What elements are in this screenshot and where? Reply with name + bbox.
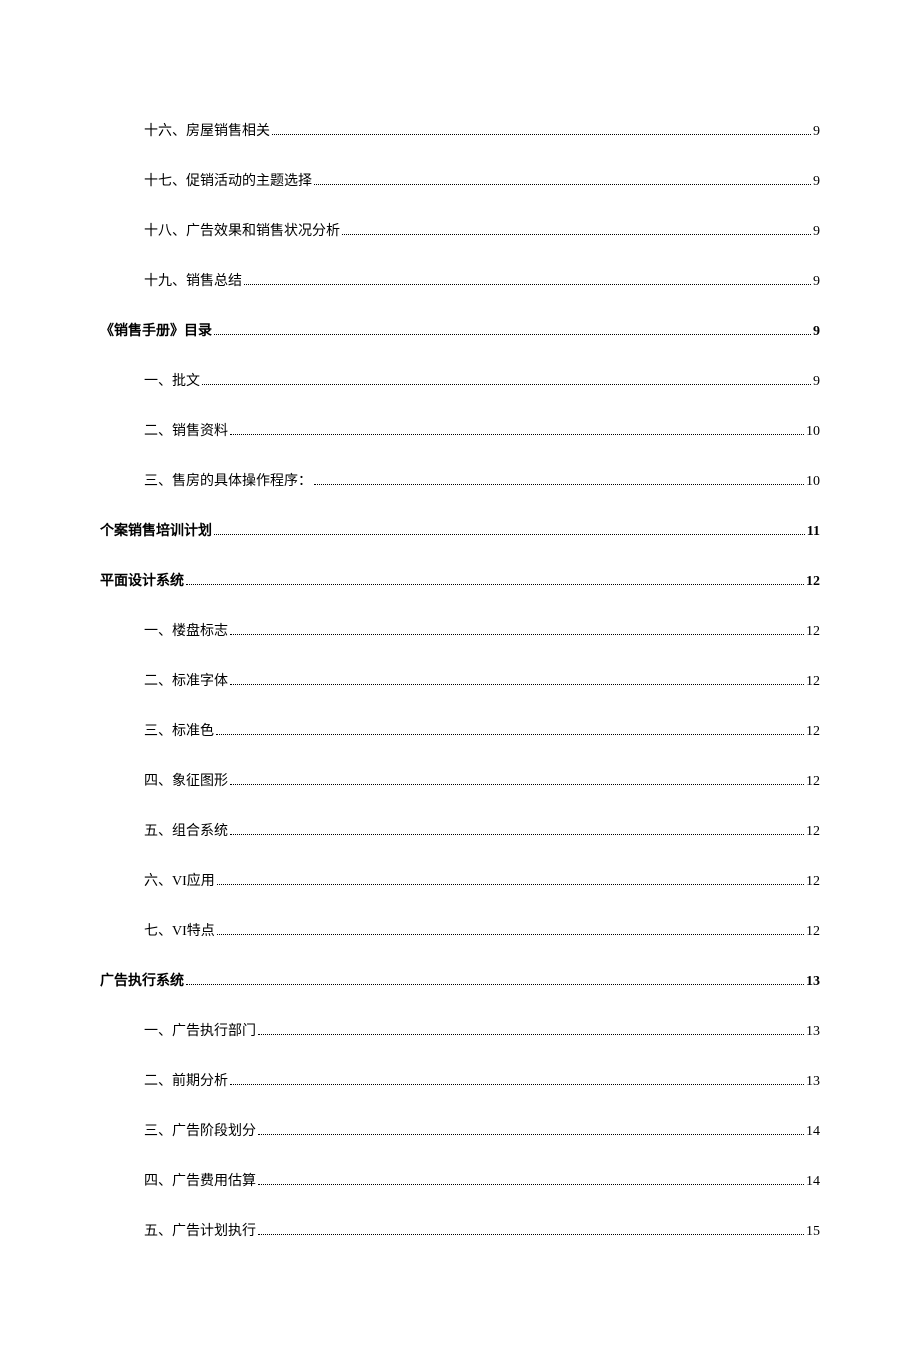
toc-entry-page: 9 [813,374,820,390]
toc-leader-dots [230,434,804,435]
toc-entry-title: 四、广告费用估算 [144,1170,256,1190]
toc-entry[interactable]: 四、广告费用估算 14 [144,1170,820,1190]
toc-leader-dots [230,784,804,785]
toc-leader-dots [258,1134,804,1135]
toc-entry-title: 二、销售资料 [144,420,228,440]
toc-entry-title: 二、前期分析 [144,1070,228,1090]
toc-entry-title: 一、批文 [144,370,200,390]
toc-entry-page: 11 [807,524,820,540]
toc-leader-dots [258,1234,804,1235]
toc-entry[interactable]: 二、标准字体 12 [144,670,820,690]
toc-entry-title: 七、VI特点 [144,920,215,940]
toc-leader-dots [217,934,804,935]
toc-entry-page: 12 [806,574,820,590]
toc-entry-page: 9 [813,124,820,140]
toc-entry-page: 12 [806,924,820,940]
toc-entry[interactable]: 十八、广告效果和销售状况分析 9 [144,220,820,240]
toc-entry-page: 13 [806,1074,820,1090]
toc-leader-dots [258,1184,804,1185]
toc-entry-title: 二、标准字体 [144,670,228,690]
toc-entry-title: 五、广告计划执行 [144,1220,256,1240]
toc-entry-title: 十六、房屋销售相关 [144,120,270,140]
toc-entry[interactable]: 《销售手册》目录 9 [100,320,820,340]
toc-entry[interactable]: 三、标准色 12 [144,720,820,740]
toc-entry-page: 10 [806,474,820,490]
toc-entry[interactable]: 一、广告执行部门 13 [144,1020,820,1040]
toc-entry[interactable]: 五、广告计划执行 15 [144,1220,820,1240]
toc-entry-title: 十九、销售总结 [144,270,242,290]
toc-leader-dots [230,684,804,685]
toc-entry-page: 12 [806,874,820,890]
toc-entry-page: 9 [813,274,820,290]
toc-leader-dots [342,234,811,235]
toc-leader-dots [314,484,804,485]
toc-leader-dots [202,384,811,385]
toc-leader-dots [186,584,804,585]
toc-entry-title: 三、广告阶段划分 [144,1120,256,1140]
toc-entry-title: 四、象征图形 [144,770,228,790]
toc-entry-page: 13 [806,974,820,990]
toc-entry-title: 个案销售培训计划 [100,520,212,540]
toc-leader-dots [217,884,804,885]
toc-entry-title: 三、售房的具体操作程序： [144,470,312,490]
toc-leader-dots [258,1034,804,1035]
toc-leader-dots [230,1084,804,1085]
toc-leader-dots [214,534,805,535]
toc-entry[interactable]: 广告执行系统 13 [100,970,820,990]
toc-entry[interactable]: 十七、促销活动的主题选择 9 [144,170,820,190]
toc-root: 十六、房屋销售相关9十七、促销活动的主题选择9十八、广告效果和销售状况分析9十九… [100,120,820,1240]
toc-entry-page: 12 [806,824,820,840]
toc-entry-page: 12 [806,624,820,640]
toc-leader-dots [216,734,804,735]
toc-entry[interactable]: 十六、房屋销售相关 9 [144,120,820,140]
toc-entry-title: 平面设计系统 [100,570,184,590]
toc-entry-title: 十七、促销活动的主题选择 [144,170,312,190]
toc-entry-page: 9 [813,174,820,190]
toc-entry-title: 五、组合系统 [144,820,228,840]
toc-entry[interactable]: 七、VI特点 12 [144,920,820,940]
toc-entry[interactable]: 三、售房的具体操作程序： 10 [144,470,820,490]
toc-entry[interactable]: 六、VI应用 12 [144,870,820,890]
toc-entry-title: 《销售手册》目录 [100,320,212,340]
toc-entry-page: 9 [813,224,820,240]
toc-entry[interactable]: 四、象征图形 12 [144,770,820,790]
toc-leader-dots [230,834,804,835]
toc-entry-title: 一、楼盘标志 [144,620,228,640]
toc-entry[interactable]: 三、广告阶段划分 14 [144,1120,820,1140]
toc-entry-title: 广告执行系统 [100,970,184,990]
toc-entry-page: 14 [806,1124,820,1140]
toc-leader-dots [230,634,804,635]
toc-leader-dots [272,134,811,135]
toc-entry-page: 12 [806,724,820,740]
toc-entry[interactable]: 二、销售资料 10 [144,420,820,440]
toc-leader-dots [186,984,804,985]
toc-entry[interactable]: 平面设计系统 12 [100,570,820,590]
toc-leader-dots [314,184,811,185]
toc-entry-page: 13 [806,1024,820,1040]
toc-entry-title: 一、广告执行部门 [144,1020,256,1040]
toc-entry-page: 12 [806,674,820,690]
toc-entry-page: 14 [806,1174,820,1190]
toc-entry[interactable]: 一、楼盘标志 12 [144,620,820,640]
toc-entry-page: 12 [806,774,820,790]
toc-entry[interactable]: 二、前期分析 13 [144,1070,820,1090]
toc-entry[interactable]: 十九、销售总结 9 [144,270,820,290]
toc-entry[interactable]: 一、批文 9 [144,370,820,390]
toc-entry-page: 15 [806,1224,820,1240]
toc-entry[interactable]: 五、组合系统 12 [144,820,820,840]
toc-entry-title: 六、VI应用 [144,870,215,890]
toc-entry-title: 十八、广告效果和销售状况分析 [144,220,340,240]
toc-entry-page: 9 [813,324,820,340]
toc-entry[interactable]: 个案销售培训计划 11 [100,520,820,540]
toc-leader-dots [244,284,811,285]
toc-entry-page: 10 [806,424,820,440]
toc-leader-dots [214,334,811,335]
toc-entry-title: 三、标准色 [144,720,214,740]
